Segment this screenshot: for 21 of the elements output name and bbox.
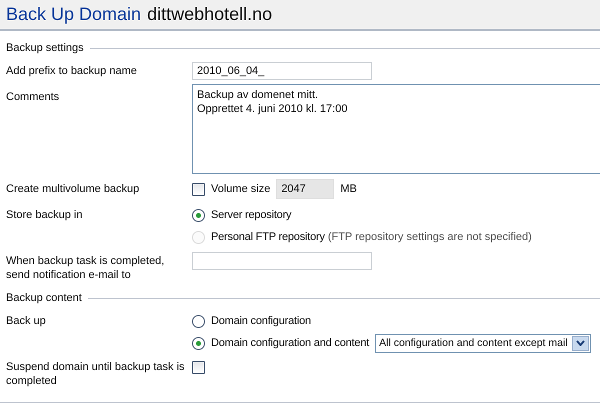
radio-label: Domain configuration and content	[211, 337, 370, 349]
domain-name: dittwebhotell.no	[147, 4, 272, 25]
radio-label: Personal FTP repository	[211, 231, 325, 243]
field-label: Back up	[5, 314, 47, 329]
checkbox-label: Volume size	[211, 183, 270, 195]
hint-text: (FTP repository settings are not specified)	[328, 231, 532, 243]
content-dropdown[interactable]: All configuration and content except mail	[375, 334, 591, 352]
section-title: Backup content	[6, 292, 82, 304]
radio-label: Server repository	[211, 209, 292, 221]
field-label: When backup task is completed, send notification e-mail to	[5, 254, 166, 282]
comments-field[interactable]: Backup av domenet mitt. Opprettet 4. juni 2010 kl. 17:00	[192, 84, 600, 174]
field-label: Add prefix to backup name	[5, 64, 138, 79]
section-title: Backup settings	[6, 42, 84, 54]
field-label: Comments	[5, 90, 60, 105]
unit-label: MB	[340, 183, 357, 195]
text-field[interactable]: 2010_06_04_	[192, 62, 372, 80]
field-label: Create multivolume backup	[5, 182, 140, 197]
radio-label: Domain configuration	[211, 315, 311, 327]
field-label: Store backup in	[5, 208, 84, 223]
field-label: Suspend domain until backup task is completed	[5, 360, 186, 388]
page-title: Back Up Domain	[6, 4, 142, 25]
